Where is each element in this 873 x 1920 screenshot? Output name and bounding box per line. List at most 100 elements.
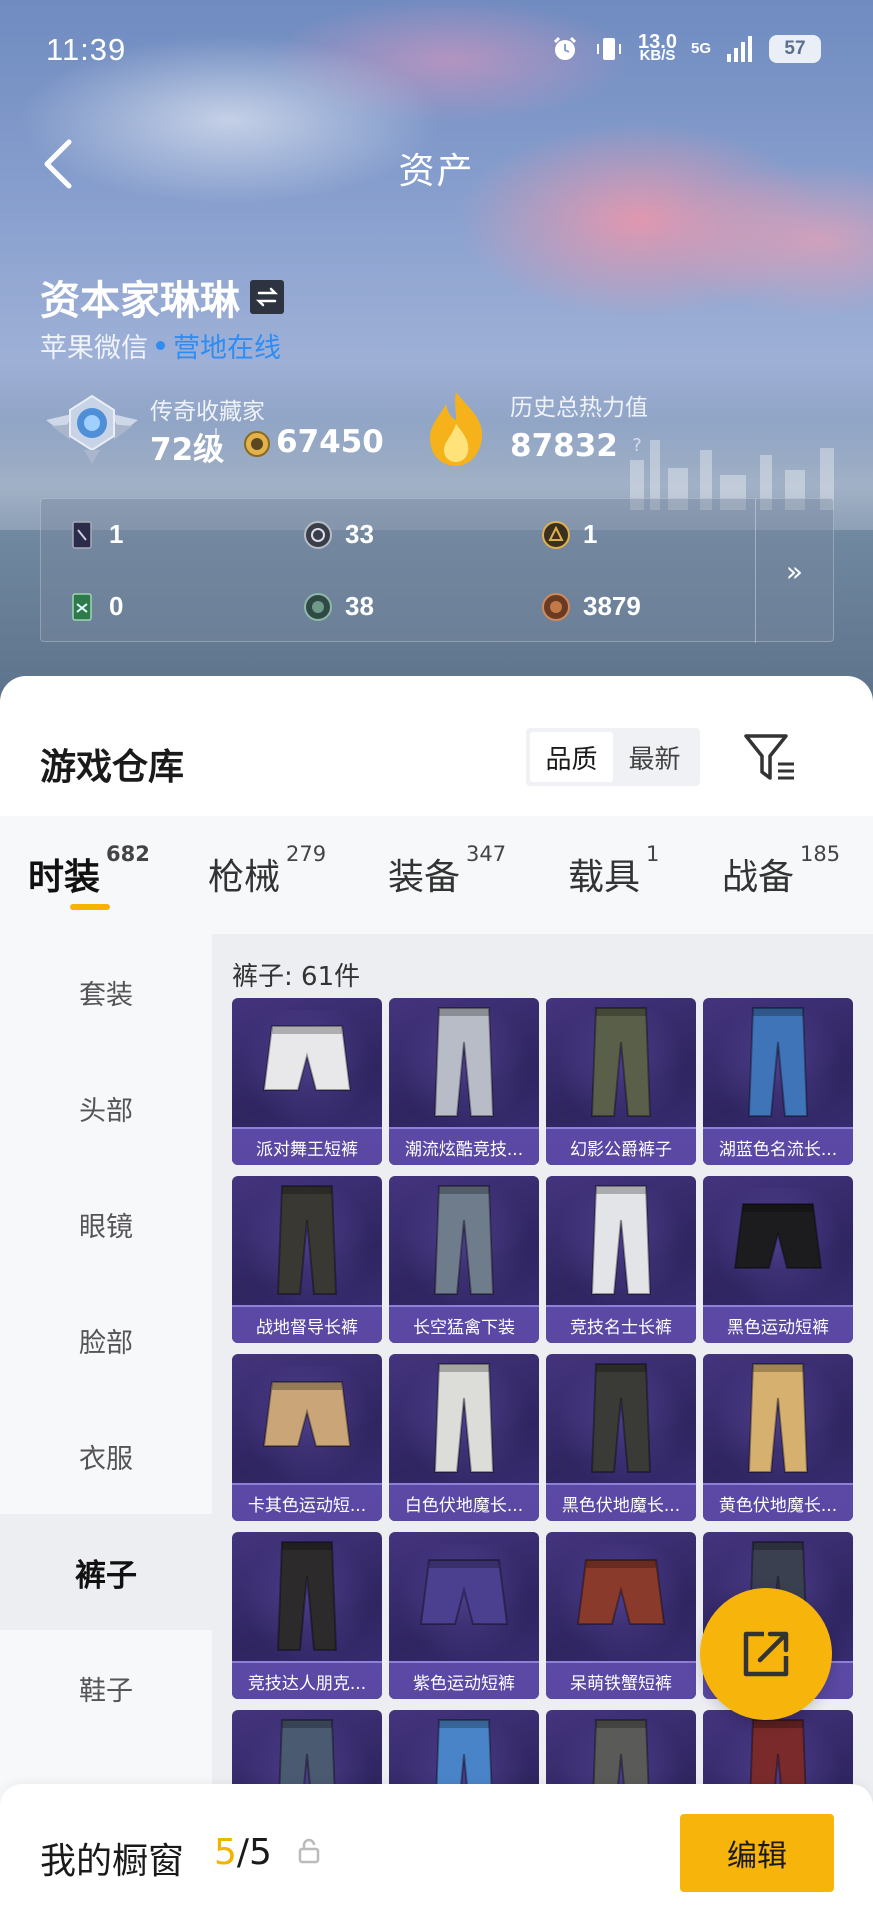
pants-image [433,1185,495,1295]
filter-icon[interactable] [742,732,798,784]
item-name: 幻影公爵裤子 [546,1127,696,1165]
item-card[interactable]: 黑色运动短裤 [703,1176,853,1343]
user-name: 资本家琳琳 [40,268,284,326]
stat-item[interactable]: 0 [67,591,123,622]
item-card[interactable]: 呆萌铁蟹短裤 [546,1532,696,1699]
item-name: 黑色运动短裤 [703,1305,853,1343]
tab-weapons[interactable]: 枪械 279 [208,844,326,900]
sort-latest-button[interactable]: 最新 [613,732,696,782]
sidebar-item-shoes[interactable]: 鞋子 [0,1630,212,1746]
item-card[interactable]: 幻影公爵裤子 [546,998,696,1165]
sidebar-item-suit[interactable]: 套装 [0,934,212,1050]
pants-image [433,1363,495,1473]
item-name: 竞技名士长裤 [546,1305,696,1343]
category-tabs: 时装 682 枪械 279 装备 347 载具 1 战备 185 [0,816,873,934]
edit-button[interactable]: 编辑 [680,1814,834,1892]
shorts-image [262,1025,352,1091]
sidebar-item-glasses[interactable]: 眼镜 [0,1166,212,1282]
tab-fashion[interactable]: 时装 682 [28,844,150,900]
status-icons: 13.0 KB/S 5G 57 [550,31,821,64]
item-name: 白色伏地魔长... [389,1483,539,1521]
item-name: 卡其色运动短... [232,1483,382,1521]
asset-stats-panel: 1 33 1 0 38 3879 » [40,498,834,643]
tab-equipment[interactable]: 装备 347 [388,844,506,900]
green-card-icon [72,592,92,621]
item-name: 黄色伏地魔长... [703,1483,853,1521]
tab-supplies[interactable]: 战备 185 [722,844,840,900]
item-name: 长空猛禽下装 [389,1305,539,1343]
page-title: 资产 [398,151,475,192]
item-card[interactable]: 潮流炫酷竞技... [389,998,539,1165]
stats-more-button[interactable]: » [755,499,833,643]
item-name: 黑色伏地魔长... [546,1483,696,1521]
sidebar-item-face[interactable]: 脸部 [0,1282,212,1398]
item-card[interactable]: 派对舞王短裤 [232,998,382,1165]
flame-icon [430,392,483,466]
shorts-image [419,1559,509,1625]
coin-icon [244,431,270,457]
item-card[interactable]: 黑色伏地魔长... [546,1354,696,1521]
stat-item[interactable]: 1 [67,519,123,550]
warehouse-title: 游戏仓库 [40,747,185,788]
pants-image [433,1007,495,1117]
item-count: 裤子: 61件 [232,962,361,992]
alarm-icon [553,36,577,60]
item-card[interactable]: 黄色伏地魔长... [703,1354,853,1521]
item-name: 湖蓝色名流长... [703,1127,853,1165]
asset-header: 11:39 13.0 KB/S 5G 57 资产 资本家琳琳 苹果微信 营地在线 … [0,0,873,720]
item-name: 潮流炫酷竞技... [389,1127,539,1165]
shorts-image [733,1203,823,1269]
item-card[interactable]: 长空猛禽下装 [389,1176,539,1343]
status-time: 11:39 [46,32,127,67]
shorts-image [576,1559,666,1625]
stat-item[interactable]: 33 [303,519,374,550]
pants-image [590,1363,652,1473]
pants-image [747,1007,809,1117]
item-card[interactable]: 紫色运动短裤 [389,1532,539,1699]
net-speed: 13.0 KB/S [638,31,677,64]
share-button[interactable] [700,1588,832,1720]
divider [215,428,217,458]
bronze-coin-icon [542,592,570,621]
vibrate-icon [597,38,622,60]
sort-quality-button[interactable]: 品质 [530,732,613,782]
sidebar-item-clothes[interactable]: 衣服 [0,1398,212,1514]
stat-item[interactable]: 1 [541,519,597,550]
coin-value: 67450 [276,424,384,460]
item-card[interactable]: 竞技达人朋克... [232,1532,382,1699]
rank-title: 传奇收藏家 [150,399,265,425]
help-icon[interactable]: ? [624,432,650,458]
city-skyline-image [630,440,834,510]
gold-badge-icon [542,520,570,549]
item-card[interactable]: 战地督导长裤 [232,1176,382,1343]
switch-account-icon[interactable] [250,280,284,314]
showcase-label: 我的橱窗 [40,1841,185,1882]
signal-bars-icon [727,36,752,62]
active-tab-indicator [70,904,110,910]
signal-5g-icon: 5G [690,40,711,57]
sidebar-item-pants[interactable]: 裤子 [0,1514,212,1630]
stat-item[interactable]: 3879 [541,591,641,622]
item-name: 竞技达人朋克... [232,1661,382,1699]
online-dot-icon [156,341,165,350]
pants-image [590,1185,652,1295]
item-card[interactable]: 白色伏地魔长... [389,1354,539,1521]
stat-item[interactable]: 38 [303,591,374,622]
battery-icon: 57 [769,35,821,63]
item-card[interactable]: 湖蓝色名流长... [703,998,853,1165]
item-name: 呆萌铁蟹短裤 [546,1661,696,1699]
tab-vehicles[interactable]: 载具 1 [568,844,659,900]
share-icon [743,1631,789,1677]
heat-value: 87832 [510,428,618,464]
warehouse-sheet: 游戏仓库 品质 最新 时装 682 枪械 279 装备 347 载具 1 战备 185 套… [0,676,873,1920]
item-name: 紫色运动短裤 [389,1661,539,1699]
user-platform-row: 苹果微信 营地在线 [40,326,281,365]
showcase-count: 5/5 [214,1832,272,1873]
item-card[interactable]: 竞技名士长裤 [546,1176,696,1343]
item-card[interactable]: 卡其色运动短... [232,1354,382,1521]
status-bar: 11:39 13.0 KB/S 5G 57 [0,0,873,100]
green-coin-icon [304,592,332,621]
sidebar-item-head[interactable]: 头部 [0,1050,212,1166]
item-grid-area: 裤子: 61件 派对舞王短裤 潮流炫酷竞技... 幻影公爵裤子 湖蓝色名流长... 战地… [212,934,873,1920]
shorts-image [262,1381,352,1447]
